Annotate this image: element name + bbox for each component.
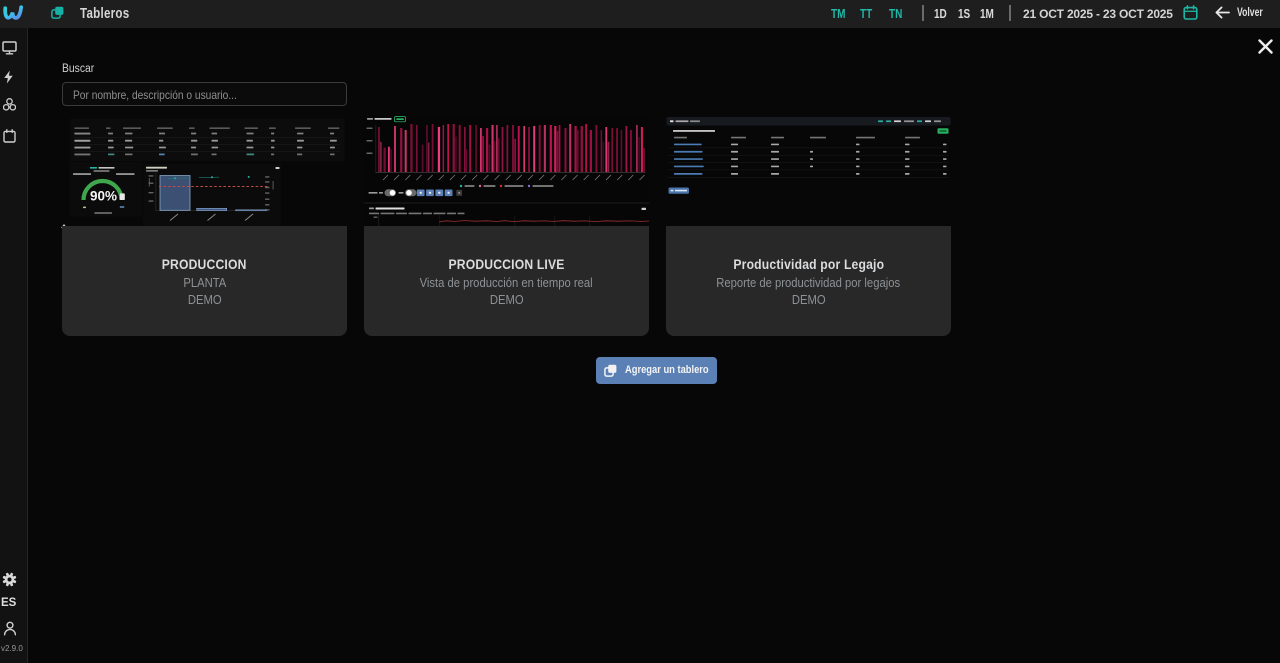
svg-text:90%: 90%	[90, 188, 117, 203]
